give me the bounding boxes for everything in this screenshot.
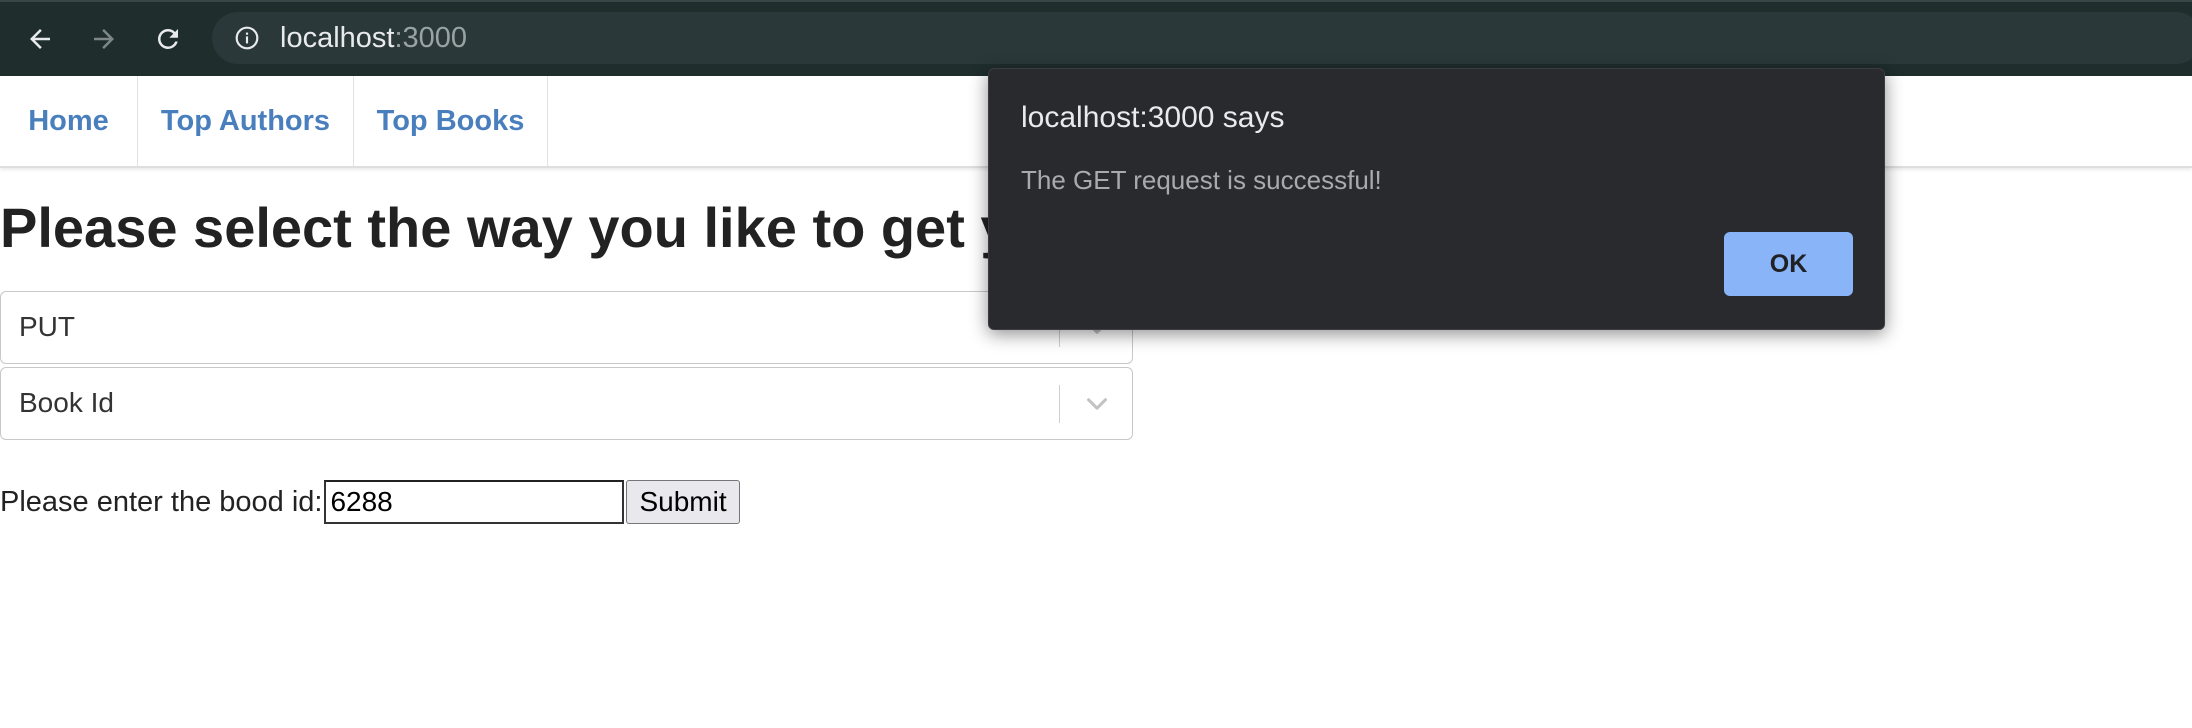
submit-button[interactable]: Submit xyxy=(626,480,740,524)
back-button[interactable] xyxy=(15,14,65,64)
nav-item-home[interactable]: Home xyxy=(0,76,138,166)
tab-strip-edge xyxy=(0,0,2192,2)
book-id-label: Please enter the bood id: xyxy=(0,485,323,518)
chevron-down-icon[interactable] xyxy=(1082,390,1112,418)
select-separator xyxy=(1058,385,1060,423)
url-text[interactable]: localhost:3000 xyxy=(280,12,467,64)
alert-dialog: localhost:3000 says The GET request is s… xyxy=(988,68,1885,330)
field-select[interactable]: Book Id xyxy=(0,367,1133,440)
method-select[interactable]: PUT xyxy=(0,291,1133,364)
book-id-input[interactable] xyxy=(324,480,625,524)
arrow-left-icon xyxy=(30,29,50,49)
arrow-right-icon xyxy=(94,29,114,49)
reload-button[interactable] xyxy=(143,14,193,64)
url-host: localhost xyxy=(280,22,395,54)
forward-button[interactable] xyxy=(79,14,129,64)
dialog-message: The GET request is successful! xyxy=(1021,165,1382,195)
address-bar[interactable]: localhost:3000 xyxy=(212,12,2192,64)
url-port: :3000 xyxy=(394,22,468,54)
field-select-value: Book Id xyxy=(19,387,114,418)
ok-button[interactable]: OK xyxy=(1724,232,1853,296)
nav-item-top-authors[interactable]: Top Authors xyxy=(138,76,354,166)
info-icon[interactable] xyxy=(234,25,260,51)
page-title: Please select the way you like to get yo… xyxy=(0,196,1080,259)
method-select-value: PUT xyxy=(19,311,75,342)
nav-item-top-books[interactable]: Top Books xyxy=(354,76,548,166)
reload-icon xyxy=(158,29,178,49)
dialog-title: localhost:3000 says xyxy=(1021,101,1285,134)
browser-toolbar: localhost:3000 xyxy=(0,0,2192,76)
book-id-form: Please enter the bood id: Submit xyxy=(0,478,740,526)
